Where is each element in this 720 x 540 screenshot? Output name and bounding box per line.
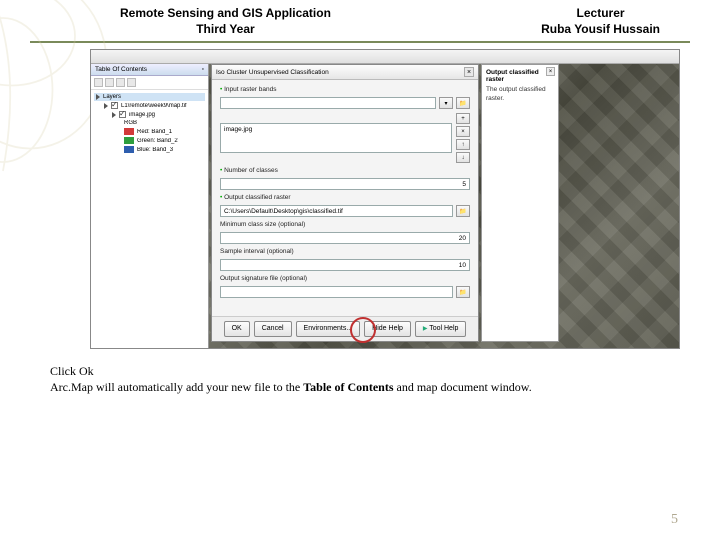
band-label: Blue: Band_3: [137, 147, 173, 153]
toc-group-item[interactable]: L1\remote\week9\map.tif: [94, 101, 205, 110]
toc-tool-icon[interactable]: [116, 78, 125, 87]
lecturer-name: Ruba Yousif Hussain: [541, 22, 660, 38]
move-up-icon[interactable]: ↑: [456, 139, 470, 150]
instruction-line2c: and map document window.: [394, 380, 532, 394]
toc-toolbar: [91, 76, 208, 90]
toc-rgb-label: RGB: [124, 120, 137, 126]
band-swatch-icon: [124, 128, 134, 135]
document-header: Remote Sensing and GIS Application Third…: [0, 0, 720, 41]
ok-button[interactable]: OK: [224, 321, 250, 337]
instruction-text: Click Ok Arc.Map will automatically add …: [50, 363, 670, 395]
band-label: Red: Band_1: [137, 129, 172, 135]
toc-image-item[interactable]: image.jpg: [94, 110, 205, 119]
expand-icon[interactable]: [104, 103, 108, 109]
expand-icon[interactable]: [96, 94, 100, 100]
out-sig-row: 📁: [220, 286, 470, 298]
arcmap-toolbar: [91, 50, 679, 64]
instruction-line2a: Arc.Map will automatically add your new …: [50, 380, 303, 394]
environments-button[interactable]: Environments...: [296, 321, 361, 337]
browse-icon[interactable]: 📁: [456, 286, 470, 298]
toc-tree: Layers L1\remote\week9\map.tif image.jpg…: [91, 90, 208, 157]
num-classes-label: Number of classes: [220, 167, 470, 174]
listbox-controls: + × ↑ ↓: [456, 113, 470, 163]
toc-band-row: Red: Band_1: [94, 127, 205, 136]
band-swatch-icon: [124, 146, 134, 153]
instruction-line2b: Table of Contents: [303, 380, 393, 394]
instruction-line2: Arc.Map will automatically add your new …: [50, 379, 670, 395]
listbox-item[interactable]: image.jpg: [224, 126, 448, 133]
move-down-icon[interactable]: ↓: [456, 152, 470, 163]
dialog-title-text: Iso Cluster Unsupervised Classification: [216, 69, 329, 76]
sidepanel-title: Output classified raster: [486, 69, 554, 83]
course-title: Remote Sensing and GIS Application: [120, 6, 331, 22]
page: Remote Sensing and GIS Application Third…: [0, 0, 720, 540]
output-raster-input[interactable]: C:\Users\Default\Desktop\gis\classified.…: [220, 205, 453, 217]
cancel-button[interactable]: Cancel: [254, 321, 292, 337]
course-year: Third Year: [120, 22, 331, 38]
close-icon[interactable]: ×: [546, 67, 555, 76]
lecturer-label: Lecturer: [541, 6, 660, 22]
layer-checkbox[interactable]: [111, 102, 118, 109]
input-bands-listbox[interactable]: image.jpg: [220, 123, 452, 153]
add-icon[interactable]: +: [456, 113, 470, 124]
out-sig-input[interactable]: [220, 286, 453, 298]
toc-band-row: Blue: Band_3: [94, 145, 205, 154]
toc-tool-icon[interactable]: [127, 78, 136, 87]
toc-group-label: L1\remote\week9\map.tif: [121, 103, 187, 109]
dialog-titlebar[interactable]: Iso Cluster Unsupervised Classification …: [212, 65, 478, 80]
sample-interval-label: Sample interval (optional): [220, 248, 470, 255]
min-class-row: 20: [220, 232, 470, 244]
dialog-body: Input raster bands ▾ 📁 image.jpg + × ↑ ↓: [212, 80, 478, 316]
toc-pin-icon[interactable]: ▫: [202, 66, 204, 73]
page-number: 5: [671, 512, 678, 528]
help-sidepanel: × Output classified raster The output cl…: [481, 64, 559, 342]
sidepanel-text: The output classified raster.: [486, 86, 554, 103]
input-bands-dropdown[interactable]: [220, 97, 436, 109]
arcmap-screenshot: Table Of Contents ▫ Layers L1\remote\wee…: [90, 49, 680, 349]
dialog-footer: OK Cancel Environments... Hide Help Tool…: [212, 316, 478, 341]
tool-help-button[interactable]: Tool Help: [415, 321, 466, 337]
table-of-contents-panel: Table Of Contents ▫ Layers L1\remote\wee…: [91, 64, 209, 349]
toc-rgb-label-row: RGB: [94, 119, 205, 127]
toc-title-text: Table Of Contents: [95, 66, 147, 73]
toc-tool-icon[interactable]: [94, 78, 103, 87]
toc-image-label: image.jpg: [129, 112, 155, 118]
band-label: Green: Band_2: [137, 138, 178, 144]
toc-band-row: Green: Band_2: [94, 136, 205, 145]
expand-icon[interactable]: [112, 112, 116, 118]
header-right: Lecturer Ruba Yousif Hussain: [541, 6, 660, 37]
num-classes-row: 5: [220, 178, 470, 190]
sample-interval-input[interactable]: 10: [220, 259, 470, 271]
instruction-line1: Click Ok: [50, 363, 670, 379]
min-class-label: Minimum class size (optional): [220, 221, 470, 228]
header-left: Remote Sensing and GIS Application Third…: [120, 6, 331, 37]
browse-icon[interactable]: 📁: [456, 97, 470, 109]
close-icon[interactable]: ×: [464, 67, 474, 77]
browse-icon[interactable]: 📁: [456, 205, 470, 217]
toc-tool-icon[interactable]: [105, 78, 114, 87]
header-divider: [30, 41, 690, 43]
input-bands-label: Input raster bands: [220, 86, 470, 93]
output-raster-label: Output classified raster: [220, 194, 470, 201]
input-bands-row: ▾ 📁: [220, 97, 470, 109]
min-class-input[interactable]: 20: [220, 232, 470, 244]
out-sig-label: Output signature file (optional): [220, 275, 470, 282]
layer-checkbox[interactable]: [119, 111, 126, 118]
output-raster-row: C:\Users\Default\Desktop\gis\classified.…: [220, 205, 470, 217]
band-swatch-icon: [124, 137, 134, 144]
remove-icon[interactable]: ×: [456, 126, 470, 137]
iso-cluster-dialog: Iso Cluster Unsupervised Classification …: [211, 64, 479, 342]
hide-help-button[interactable]: Hide Help: [364, 321, 411, 337]
toc-titlebar: Table Of Contents ▫: [91, 64, 208, 76]
num-classes-input[interactable]: 5: [220, 178, 470, 190]
dropdown-icon[interactable]: ▾: [439, 97, 453, 109]
sample-interval-row: 10: [220, 259, 470, 271]
input-bands-list-row: image.jpg + × ↑ ↓: [220, 113, 470, 163]
